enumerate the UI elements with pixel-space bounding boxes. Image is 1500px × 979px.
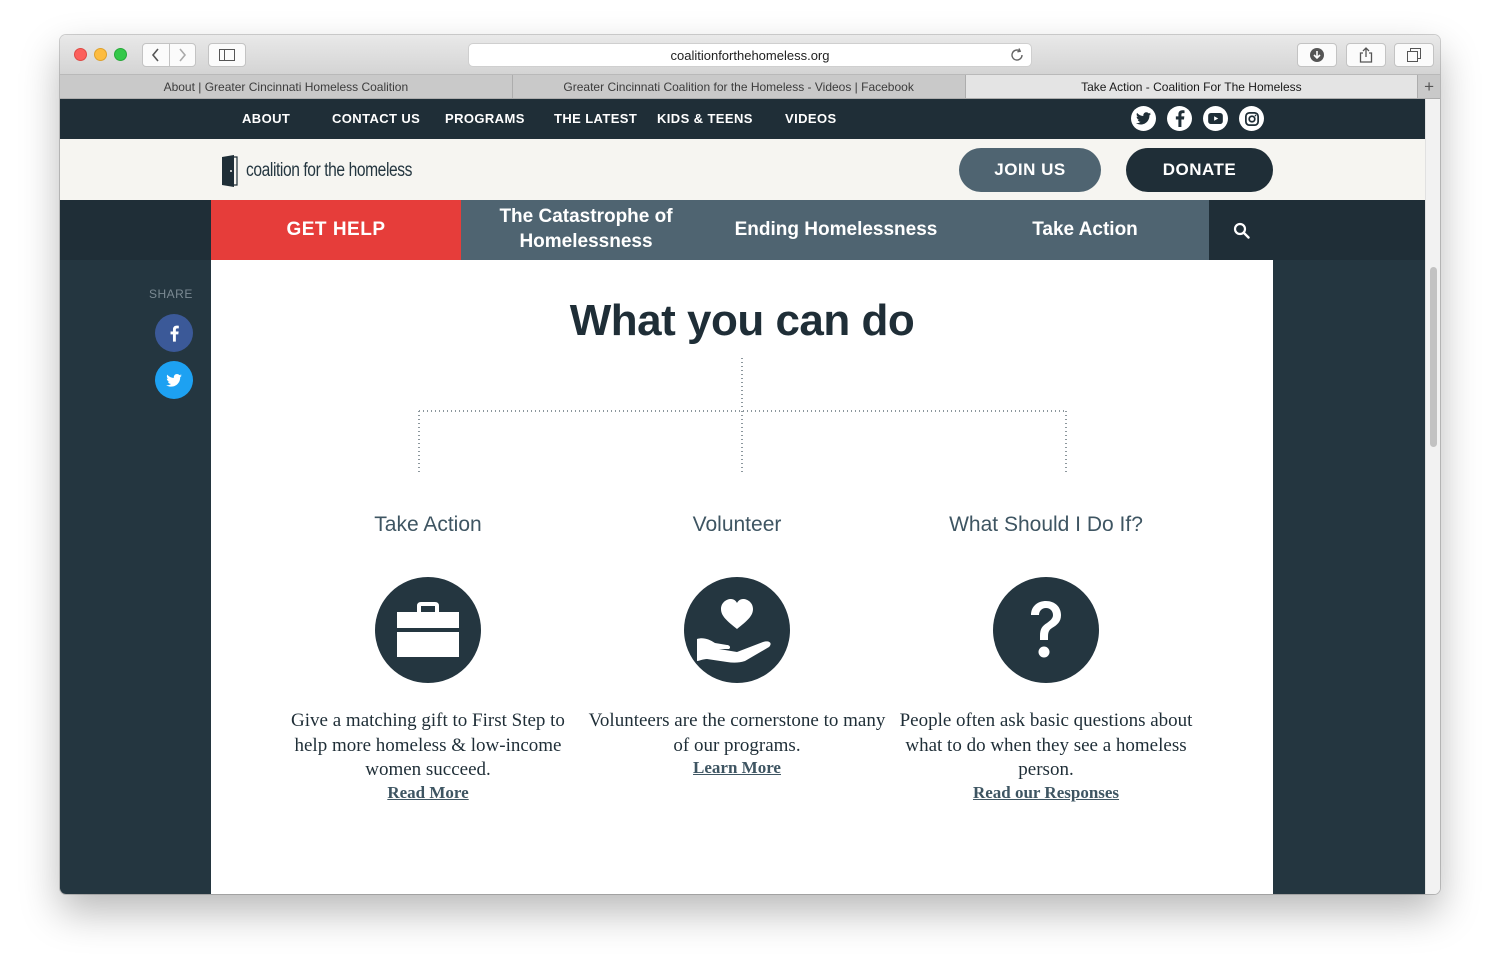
- card-title: What Should I Do If?: [949, 513, 1143, 536]
- browser-tab-take-action[interactable]: Take Action - Coalition For The Homeless: [965, 75, 1419, 98]
- facebook-icon[interactable]: [1167, 106, 1192, 131]
- minimize-window-button[interactable]: [94, 48, 107, 61]
- sidebar-icon: [219, 49, 235, 61]
- nav-programs[interactable]: PROGRAMS: [445, 111, 525, 126]
- utility-nav: ABOUT CONTACT US PROGRAMS THE LATEST KID…: [60, 99, 1425, 139]
- share-icon: [1359, 47, 1373, 63]
- url-text: coalitionforthehomeless.org: [670, 47, 830, 63]
- site-logo[interactable]: coalition for the homeless: [220, 155, 448, 187]
- facebook-icon: [170, 325, 179, 342]
- address-bar[interactable]: coalitionforthehomeless.org: [468, 43, 1032, 67]
- catastrophe-line2: Homelessness: [519, 231, 653, 252]
- share-twitter-button[interactable]: [155, 361, 193, 399]
- share-label: SHARE: [149, 287, 193, 301]
- tab-ending-homelessness[interactable]: Ending Homelessness: [711, 200, 961, 260]
- search-button[interactable]: [1209, 200, 1273, 260]
- web-page: ABOUT CONTACT US PROGRAMS THE LATEST KID…: [60, 99, 1425, 894]
- nav-videos[interactable]: VIDEOS: [785, 111, 837, 126]
- card-description: Volunteers are the cornerstone to many o…: [588, 710, 886, 756]
- nav-kids-teens[interactable]: KIDS & TEENS: [657, 111, 753, 126]
- card-description: Give a matching gift to First Step to he…: [291, 710, 565, 780]
- tabs-overview-icon: [1407, 48, 1421, 62]
- forward-button[interactable]: [168, 44, 195, 66]
- logo-text: coalition for the homeless: [246, 160, 413, 181]
- show-tabs-button[interactable]: [1394, 43, 1434, 67]
- browser-window: coalitionforthehomeless.org About | Grea…: [60, 35, 1440, 894]
- youtube-icon[interactable]: [1203, 106, 1228, 131]
- donate-button[interactable]: DONATE: [1126, 148, 1273, 192]
- what-should-i-do-card: What Should I Do If? People often ask ba…: [896, 513, 1196, 803]
- card-title: Volunteer: [692, 513, 782, 536]
- chevron-right-icon: [179, 48, 187, 62]
- site-header: coalition for the homeless JOIN US DONAT…: [60, 139, 1425, 200]
- share-button[interactable]: [1346, 43, 1386, 67]
- card-title: Take Action: [374, 513, 482, 536]
- take-action-card: Take Action Give a matching gift to Firs…: [278, 513, 578, 803]
- briefcase-icon: [375, 577, 481, 683]
- catastrophe-label: The Catastrophe of Homelessness: [499, 205, 672, 254]
- chevron-left-icon: [151, 48, 159, 62]
- new-tab-button[interactable]: +: [1418, 75, 1440, 98]
- hand-heart-icon: [684, 577, 790, 683]
- twitter-icon[interactable]: [1131, 106, 1156, 131]
- join-us-button[interactable]: JOIN US: [959, 148, 1101, 192]
- browser-tab-facebook[interactable]: Greater Cincinnati Coalition for the Hom…: [513, 75, 966, 98]
- tab-strip: About | Greater Cincinnati Homeless Coal…: [60, 75, 1440, 99]
- read-our-responses-link[interactable]: Read our Responses: [973, 783, 1119, 803]
- read-more-link[interactable]: Read More: [387, 783, 468, 803]
- get-help-button[interactable]: GET HELP: [211, 200, 461, 260]
- back-button[interactable]: [143, 44, 169, 66]
- main-nav: GET HELP The Catastrophe of Homelessness…: [60, 200, 1425, 260]
- page-scrollbar[interactable]: [1425, 99, 1440, 894]
- download-icon: [1310, 48, 1324, 62]
- twitter-icon: [166, 373, 182, 387]
- history-nav: [142, 43, 196, 67]
- browser-tab-about[interactable]: About | Greater Cincinnati Homeless Coal…: [60, 75, 513, 98]
- share-facebook-button[interactable]: [155, 314, 193, 352]
- volunteer-card: Volunteer Volunteers are the cornerstone…: [587, 513, 887, 778]
- catastrophe-line1: The Catastrophe of: [499, 206, 673, 228]
- sidebar-toggle-button[interactable]: [208, 43, 246, 67]
- nav-the-latest[interactable]: THE LATEST: [554, 111, 637, 126]
- reload-icon[interactable]: [1009, 47, 1025, 63]
- main-content: What you can do Take Action Give a match…: [211, 260, 1273, 894]
- tab-take-action[interactable]: Take Action: [961, 200, 1209, 260]
- learn-more-link[interactable]: Learn More: [693, 758, 781, 778]
- search-icon: [1233, 222, 1250, 239]
- nav-contact-us[interactable]: CONTACT US: [332, 111, 420, 126]
- door-logo-icon: [222, 155, 238, 187]
- scrollbar-thumb[interactable]: [1430, 267, 1437, 447]
- tab-catastrophe-of-homelessness[interactable]: The Catastrophe of Homelessness: [461, 200, 711, 260]
- card-description: People often ask basic questions about w…: [899, 710, 1193, 780]
- nav-about[interactable]: ABOUT: [242, 111, 290, 126]
- question-mark-icon: [993, 577, 1099, 683]
- instagram-icon[interactable]: [1239, 106, 1264, 131]
- zoom-window-button[interactable]: [114, 48, 127, 61]
- close-window-button[interactable]: [74, 48, 87, 61]
- title-bar: coalitionforthehomeless.org: [60, 35, 1440, 75]
- downloads-button[interactable]: [1297, 43, 1337, 67]
